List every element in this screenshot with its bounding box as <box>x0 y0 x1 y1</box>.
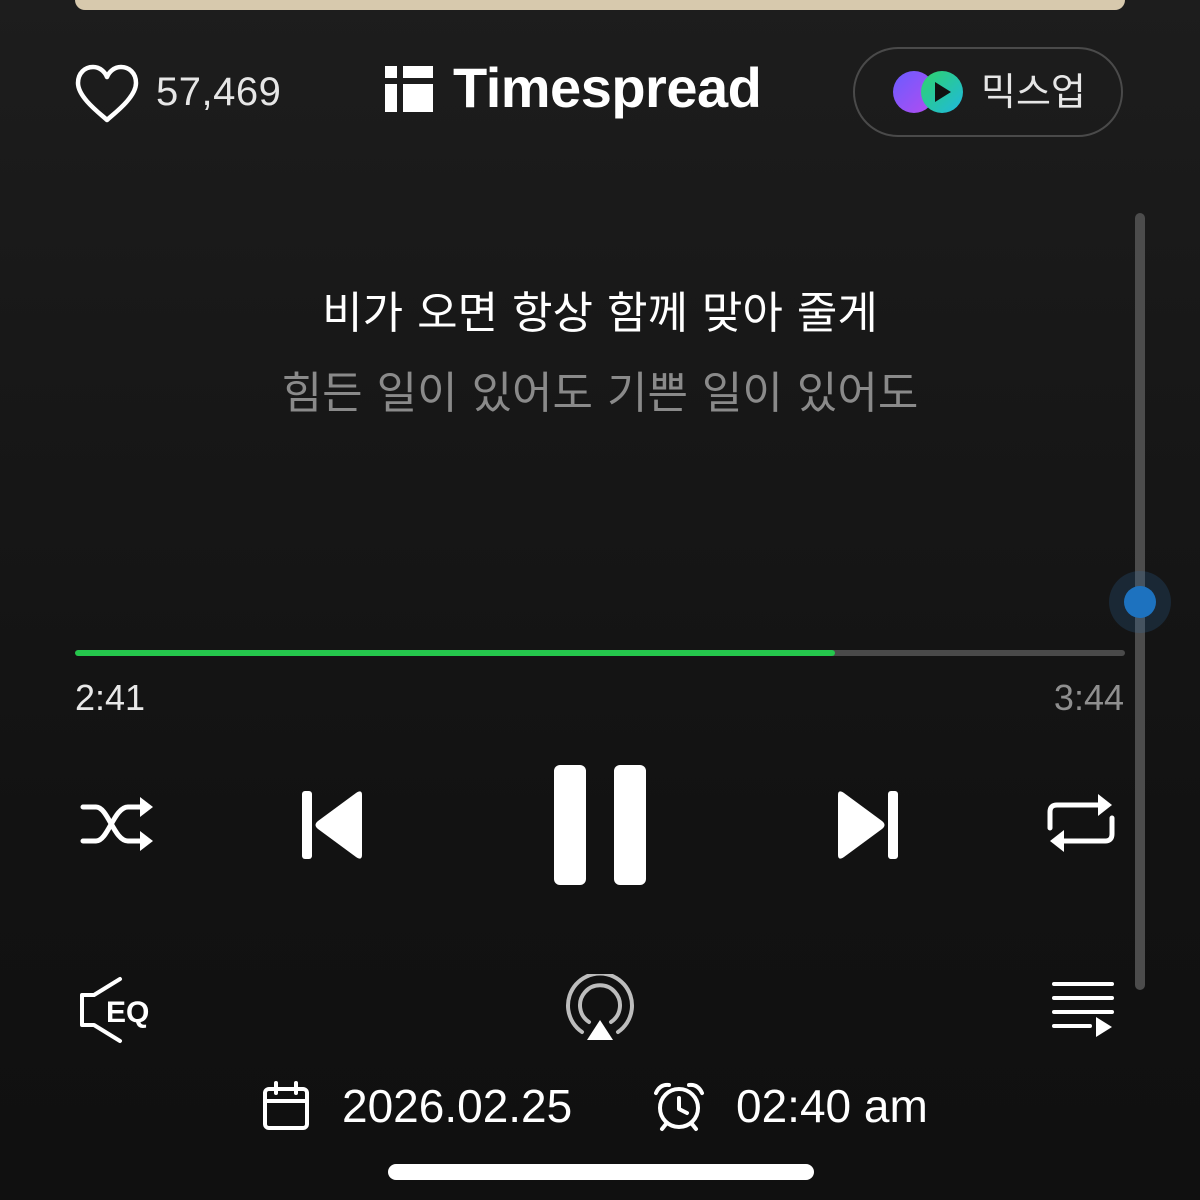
timespread-logo-icon <box>385 66 433 112</box>
eq-label: EQ <box>106 996 149 1029</box>
airplay-icon <box>566 974 634 1040</box>
lyric-next-line[interactable]: 힘든 일이 있어도 기쁜 일이 있어도 <box>100 364 1100 424</box>
airplay-button[interactable] <box>562 974 638 1046</box>
repeat-icon <box>1047 794 1115 852</box>
progress-fill <box>75 650 836 656</box>
alarm-time-display: 02:40 am <box>652 1078 928 1134</box>
next-track-button[interactable] <box>832 787 902 863</box>
calendar-icon <box>263 1081 309 1130</box>
brand: Timespread <box>383 56 762 119</box>
queue-button[interactable] <box>1048 978 1118 1040</box>
equalizer-button[interactable]: EQ <box>76 975 162 1045</box>
pause-icon <box>554 765 646 885</box>
lyrics-scrollbar-thumb[interactable] <box>1124 586 1156 618</box>
playlist-queue-icon <box>1052 982 1114 1037</box>
shuffle-icon <box>80 797 153 851</box>
equalizer-speaker-icon: EQ <box>80 977 149 1043</box>
skip-previous-icon <box>302 791 362 859</box>
brand-name: Timespread <box>453 56 762 119</box>
total-time: 3:44 <box>1053 677 1124 718</box>
album-art-edge <box>75 0 1125 10</box>
skip-next-icon <box>838 791 898 859</box>
repeat-button[interactable] <box>1044 790 1118 856</box>
mixup-button[interactable]: 믹스업 <box>853 47 1123 137</box>
pause-button[interactable] <box>552 763 648 887</box>
progress-bar[interactable] <box>75 650 1125 656</box>
date-display: 2026.02.25 <box>262 1078 572 1134</box>
lyric-current-line[interactable]: 비가 오면 항상 함께 맞아 줄게 <box>100 284 1100 344</box>
heart-icon <box>75 64 139 123</box>
like-count: 57,469 <box>156 70 282 114</box>
mixup-label: 믹스업 <box>981 70 1086 114</box>
alarm-clock-icon <box>654 1082 704 1131</box>
home-indicator[interactable] <box>388 1164 814 1180</box>
previous-track-button[interactable] <box>298 787 368 863</box>
date-text: 2026.02.25 <box>342 1080 573 1132</box>
like-button[interactable] <box>72 62 142 126</box>
shuffle-button[interactable] <box>78 792 156 856</box>
alarm-time-text: 02:40 am <box>736 1080 928 1132</box>
elapsed-time: 2:41 <box>75 677 146 718</box>
mixup-icon <box>893 71 963 113</box>
